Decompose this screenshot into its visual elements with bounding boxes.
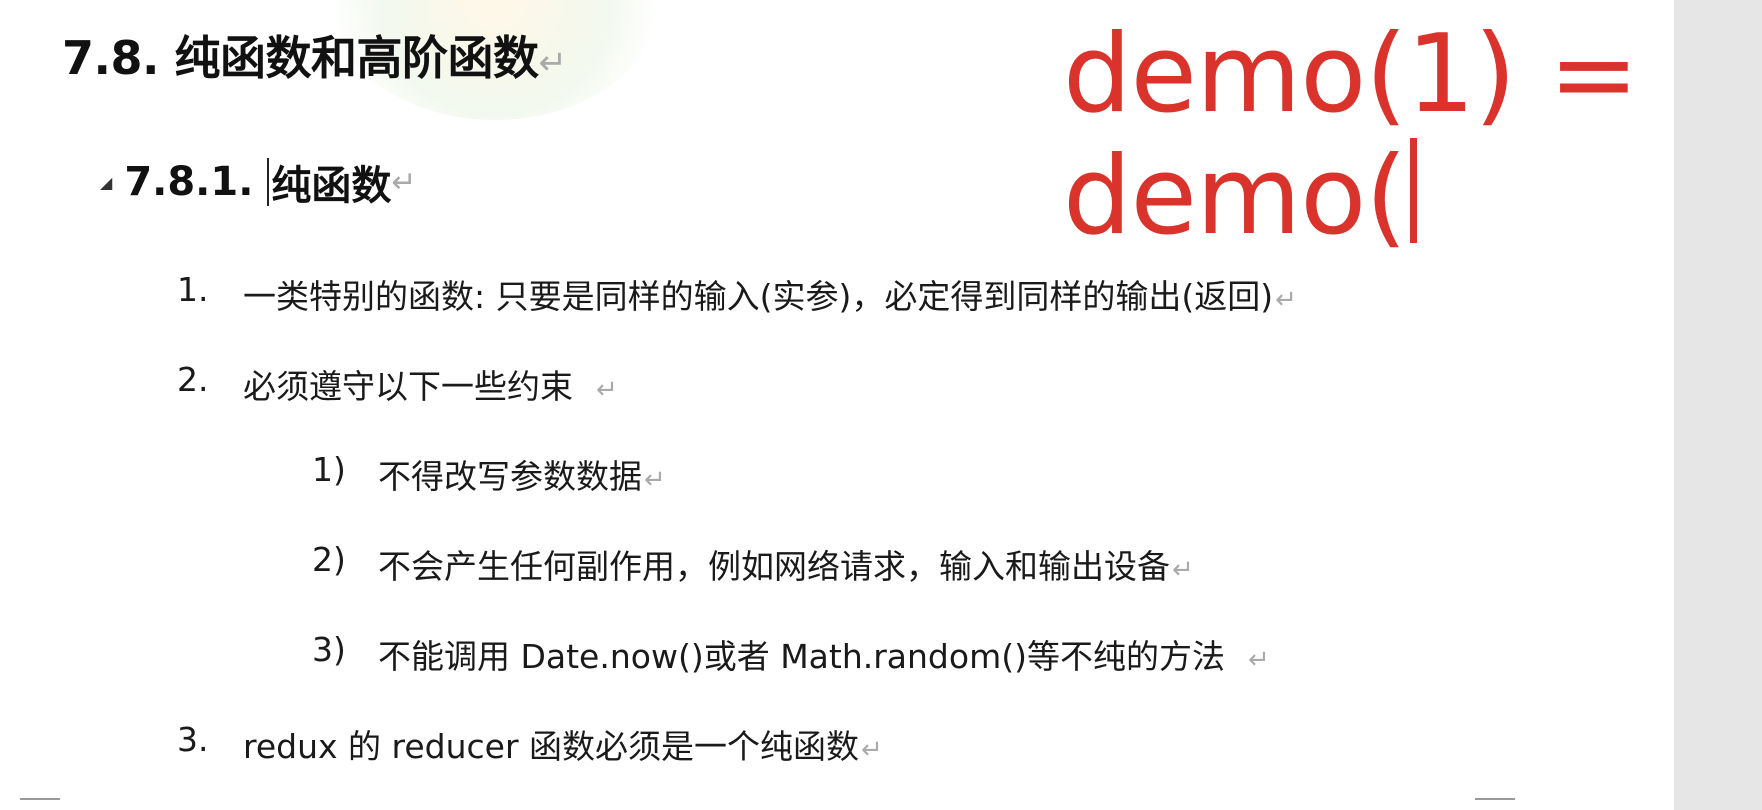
annotation-line-2: demo( [1063,134,1418,259]
heading-7-8-1-text: 纯函数 [271,163,392,209]
heading-7-8-text: 7.8. 纯函数和高阶函数 [62,31,539,85]
paragraph-mark-icon: ↵ [1275,285,1297,315]
heading-7-8-1-number: 7.8.1. [124,159,254,205]
heading-7-8-1[interactable]: ◢ 7.8.1. 纯函数 ↵ [100,153,417,211]
paragraph-mark-icon: ↵ [538,43,567,83]
sublist-item-text: 不能调用 Date.now()或者 Math.random()等不纯的方法 ↵ [378,637,1270,676]
text-cursor [267,158,270,206]
paragraph-mark-icon: ↵ [1247,645,1270,675]
annotation-cursor [1410,138,1418,243]
list-item-text: redux 的 reducer 函数必须是一个纯函数↵ [243,727,883,766]
annotation-text-1: demo(1) = 1 [1063,12,1740,137]
paragraph-mark-icon: ↵ [861,735,883,765]
list-item-text: 必须遵守以下一些约束 ↵ [243,367,618,406]
document-page: 7.8. 纯函数和高阶函数↵ ◢ 7.8.1. 纯函数 ↵ demo(1) = 1… [0,0,1762,810]
sublist-item-number: 1) [312,450,346,489]
sublist-item-text: 不会产生任何副作用，例如网络请求，输入和输出设备↵ [378,547,1194,586]
paragraph-mark-icon: ↵ [644,465,666,495]
paragraph-mark-icon: ↵ [595,375,618,405]
paragraph-mark-icon: ↵ [1172,555,1194,585]
annotation-text-2: demo( [1063,134,1407,259]
sublist-item-text: 不得改写参数数据↵ [378,457,666,496]
sublist-item-number: 2) [312,540,346,579]
sublist-item-number: 3) [312,630,346,669]
annotation-line-1: demo(1) = 1 [1063,12,1740,137]
list-item-text: 一类特别的函数: 只要是同样的输入(实参)，必定得到同样的输出(返回)↵ [243,277,1297,316]
page-corner-mark-left [20,798,60,810]
page-corner-mark-right [1475,798,1515,810]
list-item-number: 3. [177,720,209,759]
heading-7-8[interactable]: 7.8. 纯函数和高阶函数↵ [62,22,567,88]
list-item-number: 1. [177,270,209,309]
window-gutter [1674,0,1762,810]
list-item-number: 2. [177,360,209,399]
paragraph-mark-icon: ↵ [391,164,417,200]
collapse-triangle-icon[interactable]: ◢ [100,173,112,192]
